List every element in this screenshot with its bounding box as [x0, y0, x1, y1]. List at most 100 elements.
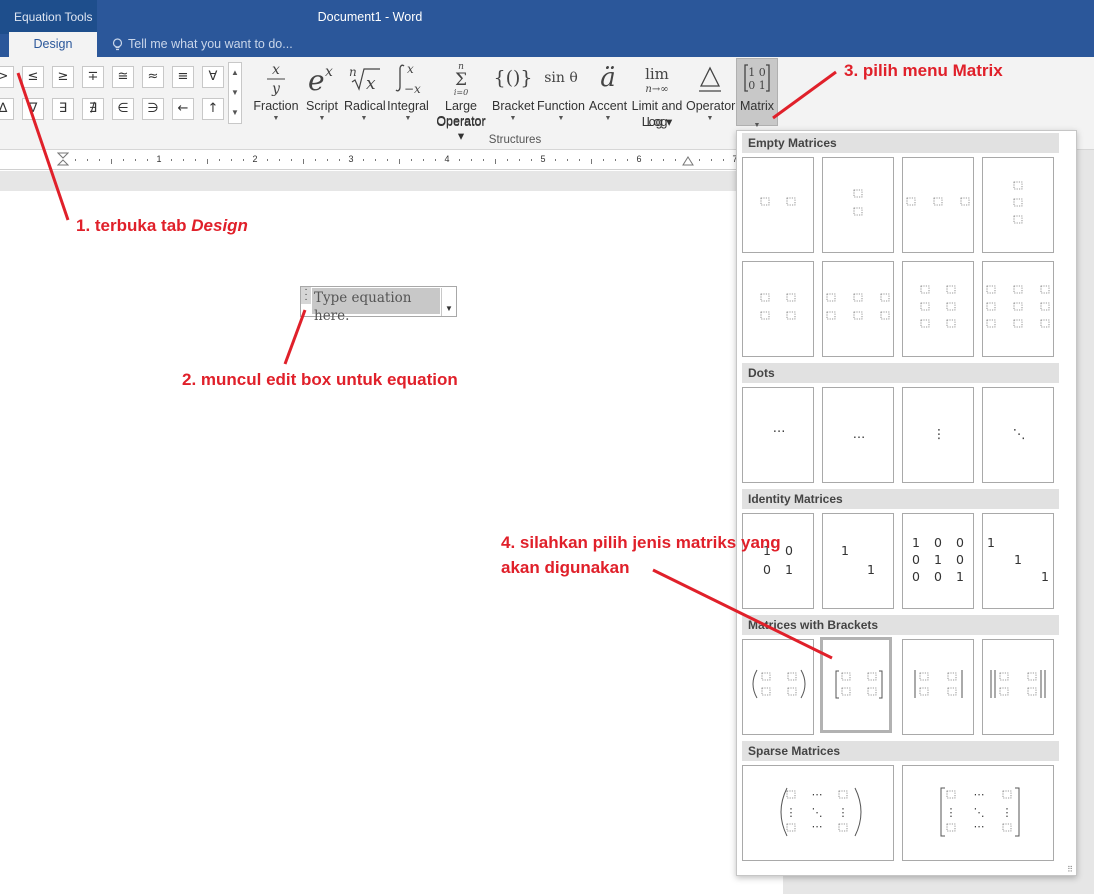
tab-design[interactable]: Design: [9, 32, 97, 57]
integral-button[interactable]: x −x Integral ▼: [386, 58, 430, 128]
symbol-button[interactable]: ↑: [202, 98, 224, 120]
horizontal-ruler[interactable]: 1234567: [0, 150, 783, 170]
dropdown-arrow-icon: ▼: [272, 115, 280, 122]
script-button[interactable]: ex Script ▼: [302, 58, 342, 128]
svg-text:e: e: [308, 64, 325, 96]
symbol-button[interactable]: ∃: [52, 98, 74, 120]
operator-button[interactable]: Operator ▼: [686, 58, 736, 128]
matrix-2x2-parentheses[interactable]: [742, 639, 814, 735]
ruler-tick: [615, 159, 616, 161]
tell-me-box[interactable]: Tell me what you want to do...: [112, 32, 293, 57]
matrix-1x2[interactable]: [742, 157, 814, 253]
accent-button[interactable]: ä Accent ▼: [588, 58, 628, 128]
ruler-tick: [519, 159, 520, 161]
symbol-button[interactable]: ≤: [22, 66, 44, 88]
matrix-3x1[interactable]: [982, 157, 1054, 253]
symbol-button[interactable]: ∋: [142, 98, 164, 120]
equation-input[interactable]: Type equation here.: [312, 288, 440, 324]
symbol-button[interactable]: ∄: [82, 98, 104, 120]
symbol-button[interactable]: ≅: [112, 66, 134, 88]
ruler-tick: [135, 159, 136, 161]
matrix-1x3[interactable]: [902, 157, 974, 253]
symbol-button[interactable]: ∀: [202, 66, 224, 88]
identity-entry: 1: [987, 535, 995, 550]
symbol-button[interactable]: ∓: [82, 66, 104, 88]
scroll-up-icon[interactable]: ▲: [229, 63, 241, 83]
vertical-dots[interactable]: ⋮: [902, 387, 974, 483]
ruler-tick: [507, 159, 508, 161]
baseline-dots[interactable]: …: [822, 387, 894, 483]
page-gap: [0, 171, 783, 191]
symbol-button[interactable]: ≡: [172, 66, 194, 88]
equation-options-dropdown[interactable]: ▼: [441, 288, 456, 316]
identity-entry: 1: [841, 543, 849, 558]
radical-button[interactable]: nx Radical ▼: [344, 58, 386, 128]
ruler-number: 4: [444, 154, 450, 164]
svg-text:lim: lim: [645, 65, 669, 83]
bracket-button[interactable]: {()} Bracket ▼: [492, 58, 534, 128]
function-label: Function: [537, 99, 585, 113]
symbol-button[interactable]: ←: [172, 98, 194, 120]
matrix-2x2[interactable]: [742, 261, 814, 357]
ruler-tick: [231, 159, 232, 161]
midline-dots[interactable]: ⋯: [742, 387, 814, 483]
resize-grip-icon[interactable]: ⠿: [1067, 865, 1073, 874]
svg-text:…: …: [853, 426, 866, 441]
ruler-tick: [303, 159, 304, 164]
identity-entry: 0: [956, 535, 964, 550]
ruler-tick: [195, 159, 196, 161]
ruler-tick: [75, 159, 76, 161]
sparse-matrix-parentheses[interactable]: ⋯ ⋯ ⋮ ⋮ ⋱: [742, 765, 894, 861]
ruler-tick: [603, 159, 604, 161]
sparse-matrix-brackets[interactable]: ⋯ ⋯ ⋮ ⋮ ⋱: [902, 765, 1054, 861]
symbols-scroll[interactable]: ▲ ▼ ▼: [228, 62, 242, 124]
window-title: Document1 - Word: [317, 10, 423, 24]
fraction-button[interactable]: xy Fraction ▼: [252, 58, 300, 128]
ruler-number: 3: [348, 154, 354, 164]
operator-label: Operator: [686, 99, 736, 113]
dropdown-arrow-icon: ▼: [604, 115, 612, 122]
symbol-button[interactable]: >: [0, 66, 14, 88]
ruler-tick: [699, 159, 700, 161]
annotation-step1: 1. terbuka tab Design: [76, 216, 248, 236]
right-indent-marker-icon[interactable]: [682, 156, 694, 166]
svg-text:x: x: [325, 64, 333, 80]
matrix-button[interactable]: 1 00 1 Matrix ▼: [736, 58, 778, 129]
ruler-tick: [87, 159, 88, 161]
function-button[interactable]: sin θ Function ▼: [536, 58, 586, 128]
svg-text:⋮: ⋮: [786, 806, 797, 819]
symbol-button[interactable]: ∈: [112, 98, 134, 120]
identity-3x3-sparse[interactable]: 1 1 1: [982, 513, 1054, 609]
identity-2x2-sparse[interactable]: 1 1: [822, 513, 894, 609]
symbol-button[interactable]: ≥: [52, 66, 74, 88]
dropdown-arrow-icon: ▼: [360, 115, 368, 122]
diagonal-dots[interactable]: ⋱: [982, 387, 1054, 483]
identity-3x3[interactable]: 1 0 0 0 1 0 0 0 1: [902, 513, 974, 609]
matrix-2x2-brackets[interactable]: [820, 637, 892, 733]
matrix-3x2[interactable]: [902, 261, 974, 357]
matrix-2x3[interactable]: [822, 261, 894, 357]
symbol-button[interactable]: ∆: [0, 98, 14, 120]
identity-entry: 0: [934, 569, 942, 584]
equation-handle-icon[interactable]: · · ·: [301, 285, 311, 305]
dropdown-arrow-icon: ▼: [318, 115, 326, 122]
symbol-button[interactable]: ≈: [142, 66, 164, 88]
indent-marker-icon[interactable]: [56, 152, 70, 168]
svg-text:⋯: ⋯: [812, 788, 823, 801]
structures-group-label: Structures: [488, 134, 542, 146]
limit-and-log-label-line2: Log ▾: [641, 115, 673, 129]
matrix-2x2-bars[interactable]: [902, 639, 974, 735]
svg-text:⋮: ⋮: [1002, 806, 1013, 819]
matrix-label: Matrix: [739, 99, 775, 113]
identity-2x2[interactable]: 1 0 0 1: [742, 513, 814, 609]
integral-icon: x −x: [386, 58, 430, 98]
matrix-2x2-double-bars[interactable]: [982, 639, 1054, 735]
matrix-3x3[interactable]: [982, 261, 1054, 357]
matrix-2x1[interactable]: [822, 157, 894, 253]
fraction-icon: xy: [252, 58, 300, 98]
dropdown-arrow-icon: ▼: [509, 115, 517, 122]
integral-label: Integral: [387, 99, 429, 113]
scroll-down-icon[interactable]: ▼: [229, 83, 241, 103]
symbol-button[interactable]: ∇: [22, 98, 44, 120]
more-icon[interactable]: ▼: [229, 103, 241, 123]
